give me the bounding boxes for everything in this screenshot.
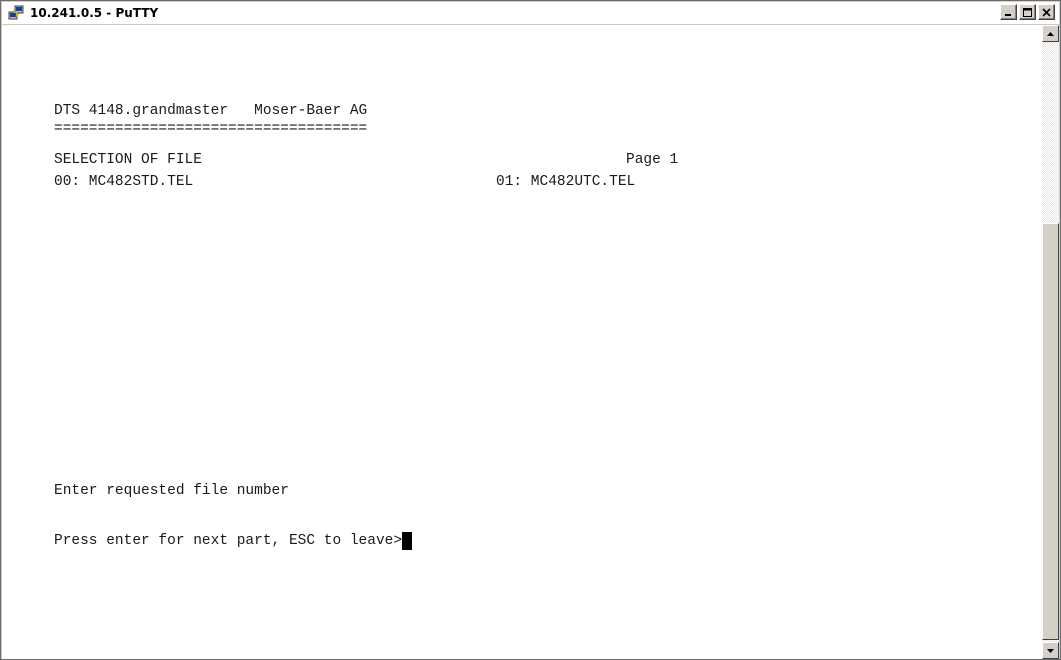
page-indicator: Page 1 [626, 152, 679, 168]
arrow-down-icon [1047, 648, 1054, 653]
scroll-down-button[interactable] [1042, 642, 1059, 659]
next-part-prompt: Press enter for next part, ESC to leave> [54, 533, 403, 549]
minimize-icon [1005, 13, 1011, 16]
terminal-area[interactable]: DTS 4148.grandmaster Moser-Baer AG =====… [2, 25, 1042, 659]
putty-icon[interactable] [8, 5, 24, 21]
vertical-scrollbar[interactable] [1042, 25, 1059, 659]
close-icon [1042, 7, 1051, 17]
title-bar[interactable]: 10.241.0.5 - PuTTY [2, 2, 1059, 25]
file-entry: 00: MC482STD.TEL [54, 174, 194, 190]
maximize-button[interactable] [1019, 4, 1036, 20]
command-prompt-line: Press enter for next part, ESC to leave> [54, 532, 413, 550]
close-button[interactable] [1038, 4, 1055, 20]
maximize-icon [1023, 7, 1032, 17]
file-entry: 01: MC482UTC.TEL [496, 174, 636, 190]
scroll-up-button[interactable] [1042, 25, 1059, 42]
section-title: SELECTION OF FILE [54, 152, 202, 168]
terminal-header-underline: ==================================== [54, 121, 368, 137]
minimize-button[interactable] [1000, 4, 1017, 20]
arrow-up-icon [1047, 31, 1054, 36]
putty-window: 10.241.0.5 - PuTTY DTS 4148.grandmaster … [0, 0, 1061, 660]
terminal-header: DTS 4148.grandmaster Moser-Baer AG [54, 103, 368, 119]
file-number-prompt: Enter requested file number [54, 483, 289, 499]
window-controls [1000, 4, 1055, 22]
text-cursor [402, 532, 413, 550]
window-title: 10.241.0.5 - PuTTY [30, 6, 159, 20]
scrollbar-thumb[interactable] [1042, 223, 1059, 640]
